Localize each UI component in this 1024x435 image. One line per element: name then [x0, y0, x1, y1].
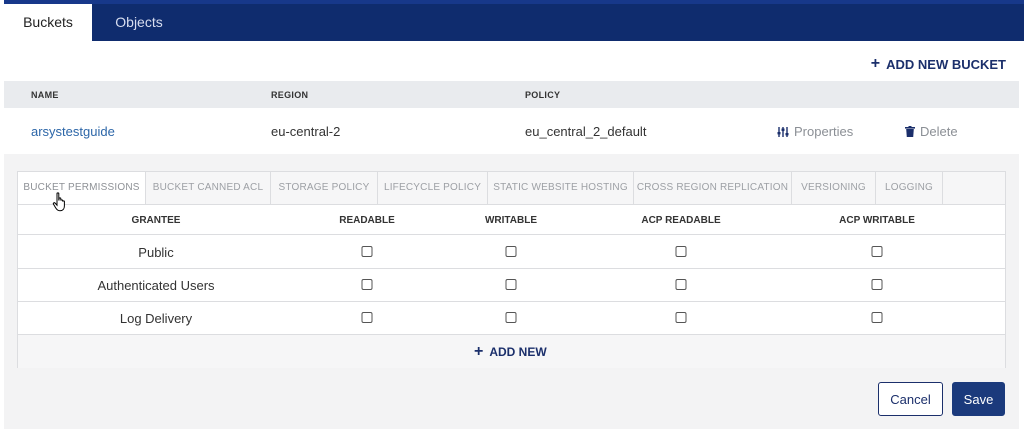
log-delivery-acp-writable-checkbox[interactable]	[871, 312, 883, 323]
bucket-table-header: NAME REGION POLICY	[4, 81, 1019, 108]
bucket-row: arsystestguide eu-central-2 eu_central_2…	[4, 108, 1019, 154]
properties-label: Properties	[794, 124, 854, 139]
log-delivery-writable-checkbox[interactable]	[505, 312, 517, 323]
bucket-region: eu-central-2	[271, 124, 341, 139]
subtab-logging[interactable]: LOGGING	[876, 172, 943, 204]
subtab-bucket-permissions[interactable]: BUCKET PERMISSIONS	[18, 172, 146, 204]
sliders-icon	[777, 126, 789, 137]
public-acp-writable-checkbox[interactable]	[871, 246, 883, 257]
plus-icon: +	[870, 55, 881, 72]
log-delivery-acp-readable-checkbox[interactable]	[675, 312, 687, 323]
delete-label: Delete	[920, 124, 958, 139]
th-readable: READABLE	[339, 215, 395, 226]
header-policy: POLICY	[525, 90, 561, 100]
th-writable: WRITABLE	[484, 215, 538, 226]
properties-button[interactable]: Properties	[777, 124, 853, 139]
add-new-label: ADD NEW	[489, 345, 547, 359]
header-name: NAME	[31, 90, 59, 100]
trash-icon	[905, 126, 915, 137]
th-acp-writable: ACP WRITABLE	[839, 215, 915, 226]
bucket-details-panel: BUCKET PERMISSIONS BUCKET CANNED ACL STO…	[4, 154, 1019, 429]
bucket-policy: eu_central_2_default	[525, 124, 647, 139]
plus-icon: +	[474, 343, 484, 360]
public-readable-checkbox[interactable]	[361, 246, 373, 257]
permissions-header-row: GRANTEE READABLE WRITABLE ACP READABLE A…	[18, 205, 1005, 235]
table-row: Authenticated Users	[18, 269, 1005, 302]
save-button[interactable]: Save	[952, 382, 1005, 416]
subtab-lifecycle-policy[interactable]: LIFECYCLE POLICY	[378, 172, 488, 204]
add-new-bucket-label: ADD NEW BUCKET	[886, 56, 1006, 72]
th-grantee: GRANTEE	[131, 215, 181, 226]
delete-button[interactable]: Delete	[905, 124, 958, 139]
pointer-cursor-icon	[52, 192, 65, 212]
grantee-authenticated-users: Authenticated Users	[97, 278, 215, 293]
add-new-grantee-button[interactable]: + ADD NEW	[474, 344, 547, 360]
tab-objects[interactable]: Objects	[94, 4, 184, 41]
subtab-bar: BUCKET PERMISSIONS BUCKET CANNED ACL STO…	[17, 171, 1006, 205]
table-row: Log Delivery	[18, 302, 1005, 335]
authenticated-acp-readable-checkbox[interactable]	[675, 279, 687, 290]
permissions-table: GRANTEE READABLE WRITABLE ACP READABLE A…	[17, 205, 1006, 368]
log-delivery-readable-checkbox[interactable]	[361, 312, 373, 323]
bucket-name-link[interactable]: arsystestguide	[31, 124, 115, 139]
authenticated-readable-checkbox[interactable]	[361, 279, 373, 290]
authenticated-acp-writable-checkbox[interactable]	[871, 279, 883, 290]
th-acp-readable: ACP READABLE	[641, 215, 721, 226]
top-nav-bar: Buckets Objects	[4, 0, 1024, 41]
public-writable-checkbox[interactable]	[505, 246, 517, 257]
add-new-row: + ADD NEW	[18, 335, 1005, 368]
grantee-public: Public	[138, 245, 174, 260]
subtab-bucket-canned-acl[interactable]: BUCKET CANNED ACL	[146, 172, 271, 204]
public-acp-readable-checkbox[interactable]	[675, 246, 687, 257]
subtab-storage-policy[interactable]: STORAGE POLICY	[271, 172, 378, 204]
subtab-static-website-hosting[interactable]: STATIC WEBSITE HOSTING	[488, 172, 634, 204]
header-region: REGION	[271, 90, 309, 100]
subtab-cross-region-replication[interactable]: CROSS REGION REPLICATION	[634, 172, 792, 204]
subtab-versioning[interactable]: VERSIONING	[792, 172, 876, 204]
cancel-button[interactable]: Cancel	[878, 382, 943, 416]
tab-buckets[interactable]: Buckets	[4, 4, 92, 41]
authenticated-writable-checkbox[interactable]	[505, 279, 517, 290]
add-new-bucket-button[interactable]: + ADD NEW BUCKET	[871, 55, 1006, 73]
grantee-log-delivery: Log Delivery	[119, 311, 193, 326]
table-row: Public	[18, 236, 1005, 269]
